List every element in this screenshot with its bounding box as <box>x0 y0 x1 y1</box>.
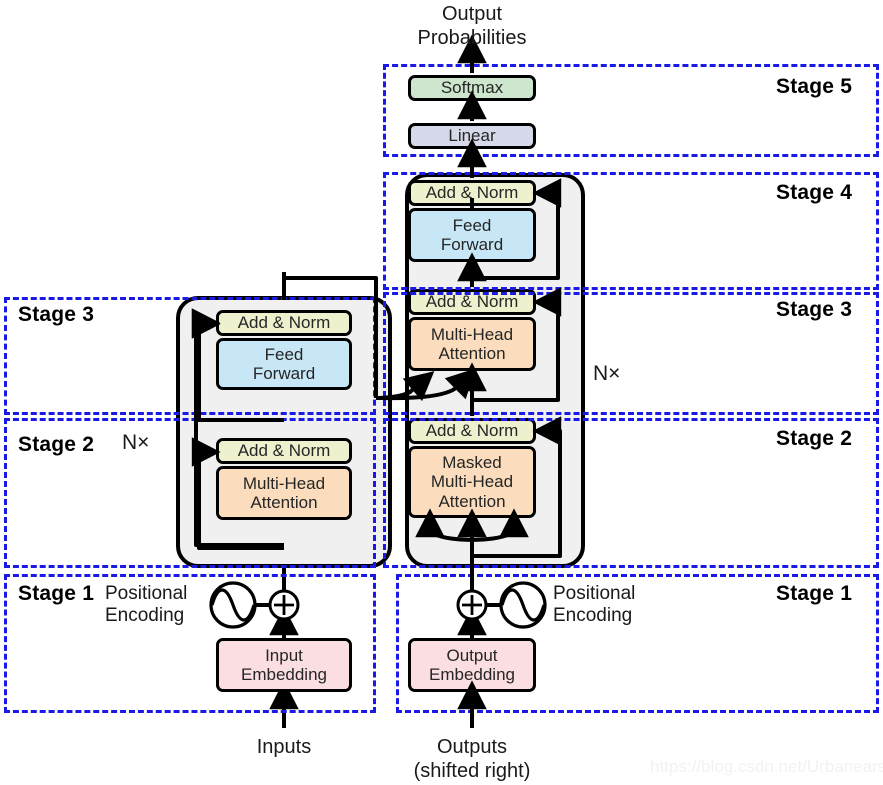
stage-label-decoder-2: Stage 2 <box>776 427 853 450</box>
stage-label-encoder-3: Stage 3 <box>18 303 95 326</box>
output-probabilities-label: Output Probabilities <box>417 3 527 49</box>
stage-label-encoder-2: Stage 2 <box>18 433 95 456</box>
stage-label-encoder-1: Stage 1 <box>18 582 95 605</box>
outputs-label: Outputs (shifted right) <box>413 736 531 782</box>
decoder-positional-encoding-label: Positional Encoding <box>553 583 636 627</box>
encoder-positional-encoding-label: Positional Encoding <box>105 583 188 627</box>
encoder-repeat-label: N× <box>122 431 150 454</box>
watermark: https://blog.csdn.net/Urbanears <box>650 757 883 776</box>
inputs-label: Inputs <box>256 736 312 758</box>
transformer-diagram: Add & Norm Feed Forward Add & Norm Multi… <box>0 0 883 785</box>
text-labels: Output Probabilities Stage 3 Stage 2 Sta… <box>0 0 883 785</box>
decoder-repeat-label: N× <box>593 362 621 385</box>
stage-label-decoder-3: Stage 3 <box>776 298 853 321</box>
stage-label-decoder-5: Stage 5 <box>776 75 853 98</box>
stage-label-decoder-1: Stage 1 <box>776 582 853 605</box>
stage-label-decoder-4: Stage 4 <box>776 181 853 204</box>
